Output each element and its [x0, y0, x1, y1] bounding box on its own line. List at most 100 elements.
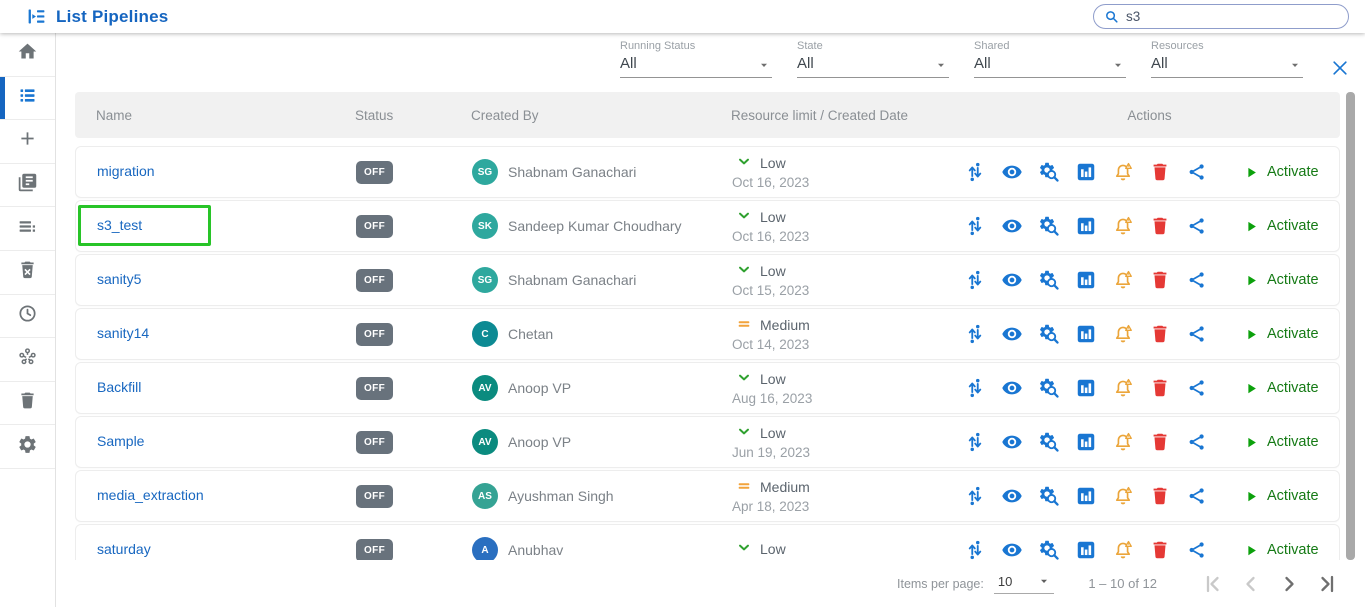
sidebar-item-home[interactable] [0, 33, 55, 77]
activate-button[interactable]: Activate [1244, 380, 1319, 396]
analytics-icon[interactable] [1075, 539, 1097, 560]
view-icon[interactable] [1001, 431, 1023, 453]
alerts-icon[interactable] [1112, 269, 1134, 291]
share-icon[interactable] [1186, 431, 1208, 453]
alerts-icon[interactable] [1112, 161, 1134, 183]
view-icon[interactable] [1001, 377, 1023, 399]
settings-search-icon[interactable] [1038, 431, 1060, 453]
delete-icon[interactable] [1149, 161, 1171, 183]
transfer-icon[interactable] [964, 485, 986, 507]
first-page-button[interactable] [1201, 572, 1225, 596]
transfer-icon[interactable] [964, 323, 986, 345]
pipeline-name-link[interactable]: sanity14 [97, 325, 149, 341]
filter-selected-value[interactable]: All [797, 55, 949, 78]
settings-search-icon[interactable] [1038, 215, 1060, 237]
settings-search-icon[interactable] [1038, 485, 1060, 507]
settings-search-icon[interactable] [1038, 377, 1060, 399]
share-icon[interactable] [1186, 539, 1208, 560]
previous-page-button[interactable] [1239, 572, 1263, 596]
share-icon[interactable] [1186, 269, 1208, 291]
activate-button[interactable]: Activate [1244, 542, 1319, 558]
activate-button[interactable]: Activate [1244, 434, 1319, 450]
analytics-icon[interactable] [1075, 431, 1097, 453]
next-page-button[interactable] [1277, 572, 1301, 596]
share-icon[interactable] [1186, 161, 1208, 183]
sidebar-item-delete-x[interactable] [0, 251, 55, 295]
pipeline-name-link[interactable]: Sample [97, 433, 144, 449]
filter-selected-value[interactable]: All [1151, 55, 1303, 78]
alerts-icon[interactable] [1112, 377, 1134, 399]
transfer-icon[interactable] [964, 377, 986, 399]
status-badge[interactable]: OFF [356, 539, 393, 561]
delete-icon[interactable] [1149, 485, 1171, 507]
status-badge[interactable]: OFF [356, 377, 393, 400]
delete-icon[interactable] [1149, 431, 1171, 453]
transfer-icon[interactable] [964, 215, 986, 237]
sidebar-item-add-pipeline[interactable] [0, 120, 55, 164]
sidebar-item-pipelines-list[interactable] [0, 77, 55, 121]
view-icon[interactable] [1001, 161, 1023, 183]
share-icon[interactable] [1186, 377, 1208, 399]
search-box[interactable] [1093, 4, 1349, 29]
analytics-icon[interactable] [1075, 485, 1097, 507]
filter-running-status[interactable]: Running StatusAll [620, 40, 772, 78]
view-icon[interactable] [1001, 215, 1023, 237]
sidebar-item-settings[interactable] [0, 425, 55, 469]
view-icon[interactable] [1001, 323, 1023, 345]
delete-icon[interactable] [1149, 269, 1171, 291]
analytics-icon[interactable] [1075, 215, 1097, 237]
alerts-icon[interactable] [1112, 323, 1134, 345]
analytics-icon[interactable] [1075, 323, 1097, 345]
sidebar-item-trash[interactable] [0, 382, 55, 426]
analytics-icon[interactable] [1075, 269, 1097, 291]
delete-icon[interactable] [1149, 215, 1171, 237]
pipeline-name-link[interactable]: migration [97, 163, 155, 179]
settings-search-icon[interactable] [1038, 323, 1060, 345]
filter-selected-value[interactable]: All [620, 55, 772, 78]
activate-button[interactable]: Activate [1244, 326, 1319, 342]
activate-button[interactable]: Activate [1244, 272, 1319, 288]
alerts-icon[interactable] [1112, 215, 1134, 237]
activate-button[interactable]: Activate [1244, 488, 1319, 504]
items-per-page-select[interactable]: 10 [994, 574, 1054, 594]
analytics-icon[interactable] [1075, 377, 1097, 399]
status-badge[interactable]: OFF [356, 161, 393, 184]
status-badge[interactable]: OFF [356, 431, 393, 454]
share-icon[interactable] [1186, 215, 1208, 237]
filter-resources[interactable]: ResourcesAll [1151, 40, 1303, 78]
transfer-icon[interactable] [964, 269, 986, 291]
activate-button[interactable]: Activate [1244, 218, 1319, 234]
delete-icon[interactable] [1149, 539, 1171, 560]
sidebar-item-hub[interactable] [0, 338, 55, 382]
settings-search-icon[interactable] [1038, 161, 1060, 183]
search-input[interactable] [1126, 9, 1326, 24]
filter-state[interactable]: StateAll [797, 40, 949, 78]
filter-shared[interactable]: SharedAll [974, 40, 1126, 78]
vertical-scrollbar[interactable] [1346, 92, 1355, 560]
settings-search-icon[interactable] [1038, 539, 1060, 560]
view-icon[interactable] [1001, 539, 1023, 560]
pipeline-name-link[interactable]: saturday [97, 541, 151, 557]
delete-icon[interactable] [1149, 323, 1171, 345]
settings-search-icon[interactable] [1038, 269, 1060, 291]
close-filters-icon[interactable] [1330, 58, 1350, 78]
share-icon[interactable] [1186, 485, 1208, 507]
transfer-icon[interactable] [964, 431, 986, 453]
share-icon[interactable] [1186, 323, 1208, 345]
pipeline-name-link[interactable]: s3_test [97, 217, 142, 233]
status-badge[interactable]: OFF [356, 485, 393, 508]
status-badge[interactable]: OFF [356, 269, 393, 292]
status-badge[interactable]: OFF [356, 215, 393, 238]
sidebar-item-list-details[interactable] [0, 207, 55, 251]
activate-button[interactable]: Activate [1244, 164, 1319, 180]
view-icon[interactable] [1001, 485, 1023, 507]
alerts-icon[interactable] [1112, 485, 1134, 507]
sidebar-item-history[interactable] [0, 295, 55, 339]
transfer-icon[interactable] [964, 161, 986, 183]
transfer-icon[interactable] [964, 539, 986, 560]
pipeline-name-link[interactable]: Backfill [97, 379, 141, 395]
analytics-icon[interactable] [1075, 161, 1097, 183]
delete-icon[interactable] [1149, 377, 1171, 399]
alerts-icon[interactable] [1112, 431, 1134, 453]
alerts-icon[interactable] [1112, 539, 1134, 560]
